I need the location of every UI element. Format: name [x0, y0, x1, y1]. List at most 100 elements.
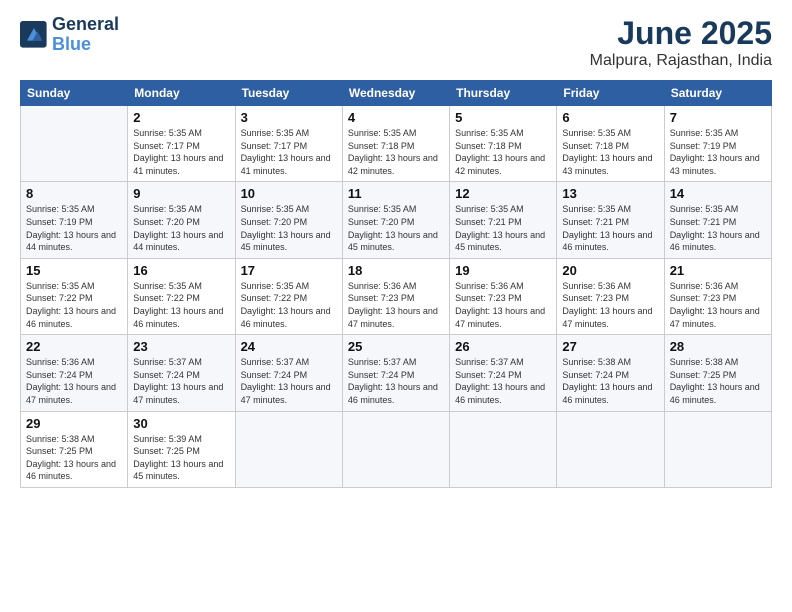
day-number: 9: [133, 186, 229, 201]
day-number: 20: [562, 263, 658, 278]
day-number: 4: [348, 110, 444, 125]
day-info: Sunrise: 5:38 AMSunset: 7:25 PMDaylight:…: [26, 433, 122, 483]
calendar-cell: 18Sunrise: 5:36 AMSunset: 7:23 PMDayligh…: [342, 258, 449, 334]
logo-icon: [20, 21, 48, 49]
day-number: 29: [26, 416, 122, 431]
calendar-cell: 17Sunrise: 5:35 AMSunset: 7:22 PMDayligh…: [235, 258, 342, 334]
col-thursday: Thursday: [450, 81, 557, 106]
day-number: 12: [455, 186, 551, 201]
day-info: Sunrise: 5:37 AMSunset: 7:24 PMDaylight:…: [348, 356, 444, 406]
calendar-row: 2 Sunrise: 5:35 AMSunset: 7:17 PMDaylight…: [21, 106, 772, 182]
day-number: 10: [241, 186, 337, 201]
day-info: Sunrise: 5:36 AMSunset: 7:24 PMDaylight:…: [26, 356, 122, 406]
day-number: 5: [455, 110, 551, 125]
calendar-cell: 15 Sunrise: 5:35 AMSunset: 7:22 PMDayligh…: [21, 258, 128, 334]
logo-line1: General: [52, 15, 119, 35]
col-monday: Monday: [128, 81, 235, 106]
day-info: Sunrise: 5:38 AMSunset: 7:24 PMDaylight:…: [562, 356, 658, 406]
calendar-row: 29 Sunrise: 5:38 AMSunset: 7:25 PMDayligh…: [21, 411, 772, 487]
day-number: 21: [670, 263, 766, 278]
calendar-cell: 26Sunrise: 5:37 AMSunset: 7:24 PMDayligh…: [450, 335, 557, 411]
col-tuesday: Tuesday: [235, 81, 342, 106]
day-info: Sunrise: 5:35 AMSunset: 7:21 PMDaylight:…: [670, 203, 766, 253]
calendar-cell: [21, 106, 128, 182]
page-title: June 2025: [590, 15, 772, 52]
col-saturday: Saturday: [664, 81, 771, 106]
calendar-cell: 5 Sunrise: 5:35 AMSunset: 7:18 PMDaylight…: [450, 106, 557, 182]
calendar-cell: 3 Sunrise: 5:35 AMSunset: 7:17 PMDaylight…: [235, 106, 342, 182]
page: General Blue June 2025 Malpura, Rajastha…: [0, 0, 792, 612]
day-info: Sunrise: 5:36 AMSunset: 7:23 PMDaylight:…: [562, 280, 658, 330]
calendar-cell: 19 Sunrise: 5:36 AMSunset: 7:23 PMDayligh…: [450, 258, 557, 334]
day-info: Sunrise: 5:35 AMSunset: 7:18 PMDaylight:…: [455, 127, 551, 177]
logo: General Blue: [20, 15, 119, 55]
calendar-row: 22 Sunrise: 5:36 AMSunset: 7:24 PMDayligh…: [21, 335, 772, 411]
calendar-cell: [557, 411, 664, 487]
day-number: 3: [241, 110, 337, 125]
day-number: 28: [670, 339, 766, 354]
calendar-cell: [342, 411, 449, 487]
logo-line2: Blue: [52, 35, 119, 55]
day-info: Sunrise: 5:37 AMSunset: 7:24 PMDaylight:…: [455, 356, 551, 406]
day-number: 11: [348, 186, 444, 201]
calendar-row: 15 Sunrise: 5:35 AMSunset: 7:22 PMDayligh…: [21, 258, 772, 334]
calendar-cell: [235, 411, 342, 487]
calendar-cell: 8Sunrise: 5:35 AMSunset: 7:19 PMDaylight…: [21, 182, 128, 258]
day-info: Sunrise: 5:35 AMSunset: 7:20 PMDaylight:…: [348, 203, 444, 253]
calendar-cell: 29 Sunrise: 5:38 AMSunset: 7:25 PMDayligh…: [21, 411, 128, 487]
calendar-cell: 7 Sunrise: 5:35 AMSunset: 7:19 PMDaylight…: [664, 106, 771, 182]
calendar-cell: 10 Sunrise: 5:35 AMSunset: 7:20 PMDayligh…: [235, 182, 342, 258]
day-number: 22: [26, 339, 122, 354]
calendar-header-row: Sunday Monday Tuesday Wednesday Thursday…: [21, 81, 772, 106]
calendar-cell: 2 Sunrise: 5:35 AMSunset: 7:17 PMDaylight…: [128, 106, 235, 182]
day-info: Sunrise: 5:35 AMSunset: 7:21 PMDaylight:…: [562, 203, 658, 253]
day-number: 8: [26, 186, 122, 201]
calendar-cell: 22 Sunrise: 5:36 AMSunset: 7:24 PMDayligh…: [21, 335, 128, 411]
day-info: Sunrise: 5:35 AMSunset: 7:20 PMDaylight:…: [241, 203, 337, 253]
calendar-cell: 24 Sunrise: 5:37 AMSunset: 7:24 PMDayligh…: [235, 335, 342, 411]
day-number: 2: [133, 110, 229, 125]
calendar-body: 2 Sunrise: 5:35 AMSunset: 7:17 PMDaylight…: [21, 106, 772, 488]
day-info: Sunrise: 5:35 AMSunset: 7:19 PMDaylight:…: [670, 127, 766, 177]
logo-text: General Blue: [52, 15, 119, 55]
day-info: Sunrise: 5:39 AMSunset: 7:25 PMDaylight:…: [133, 433, 229, 483]
calendar-row: 8Sunrise: 5:35 AMSunset: 7:19 PMDaylight…: [21, 182, 772, 258]
day-info: Sunrise: 5:35 AMSunset: 7:18 PMDaylight:…: [562, 127, 658, 177]
day-number: 15: [26, 263, 122, 278]
day-info: Sunrise: 5:37 AMSunset: 7:24 PMDaylight:…: [241, 356, 337, 406]
day-info: Sunrise: 5:36 AMSunset: 7:23 PMDaylight:…: [670, 280, 766, 330]
calendar-cell: 28Sunrise: 5:38 AMSunset: 7:25 PMDayligh…: [664, 335, 771, 411]
header: General Blue June 2025 Malpura, Rajastha…: [20, 15, 772, 70]
day-info: Sunrise: 5:35 AMSunset: 7:22 PMDaylight:…: [26, 280, 122, 330]
day-info: Sunrise: 5:35 AMSunset: 7:22 PMDaylight:…: [241, 280, 337, 330]
col-sunday: Sunday: [21, 81, 128, 106]
calendar-cell: 11 Sunrise: 5:35 AMSunset: 7:20 PMDayligh…: [342, 182, 449, 258]
day-info: Sunrise: 5:35 AMSunset: 7:18 PMDaylight:…: [348, 127, 444, 177]
calendar-cell: 12Sunrise: 5:35 AMSunset: 7:21 PMDayligh…: [450, 182, 557, 258]
day-info: Sunrise: 5:35 AMSunset: 7:17 PMDaylight:…: [241, 127, 337, 177]
col-friday: Friday: [557, 81, 664, 106]
day-number: 7: [670, 110, 766, 125]
calendar-cell: 6Sunrise: 5:35 AMSunset: 7:18 PMDaylight…: [557, 106, 664, 182]
calendar-cell: 20 Sunrise: 5:36 AMSunset: 7:23 PMDayligh…: [557, 258, 664, 334]
day-number: 24: [241, 339, 337, 354]
day-info: Sunrise: 5:35 AMSunset: 7:22 PMDaylight:…: [133, 280, 229, 330]
calendar-table: Sunday Monday Tuesday Wednesday Thursday…: [20, 80, 772, 488]
calendar-cell: 30 Sunrise: 5:39 AMSunset: 7:25 PMDayligh…: [128, 411, 235, 487]
calendar-cell: 21 Sunrise: 5:36 AMSunset: 7:23 PMDayligh…: [664, 258, 771, 334]
day-info: Sunrise: 5:37 AMSunset: 7:24 PMDaylight:…: [133, 356, 229, 406]
calendar-cell: [664, 411, 771, 487]
calendar-cell: 16Sunrise: 5:35 AMSunset: 7:22 PMDayligh…: [128, 258, 235, 334]
day-info: Sunrise: 5:35 AMSunset: 7:20 PMDaylight:…: [133, 203, 229, 253]
title-block: June 2025 Malpura, Rajasthan, India: [590, 15, 772, 70]
calendar-cell: 27Sunrise: 5:38 AMSunset: 7:24 PMDayligh…: [557, 335, 664, 411]
day-number: 30: [133, 416, 229, 431]
calendar-cell: 23Sunrise: 5:37 AMSunset: 7:24 PMDayligh…: [128, 335, 235, 411]
calendar-cell: 9 Sunrise: 5:35 AMSunset: 7:20 PMDaylight…: [128, 182, 235, 258]
day-info: Sunrise: 5:35 AMSunset: 7:17 PMDaylight:…: [133, 127, 229, 177]
calendar-cell: 25Sunrise: 5:37 AMSunset: 7:24 PMDayligh…: [342, 335, 449, 411]
day-info: Sunrise: 5:36 AMSunset: 7:23 PMDaylight:…: [455, 280, 551, 330]
calendar-cell: [450, 411, 557, 487]
day-number: 19: [455, 263, 551, 278]
calendar-cell: 14Sunrise: 5:35 AMSunset: 7:21 PMDayligh…: [664, 182, 771, 258]
